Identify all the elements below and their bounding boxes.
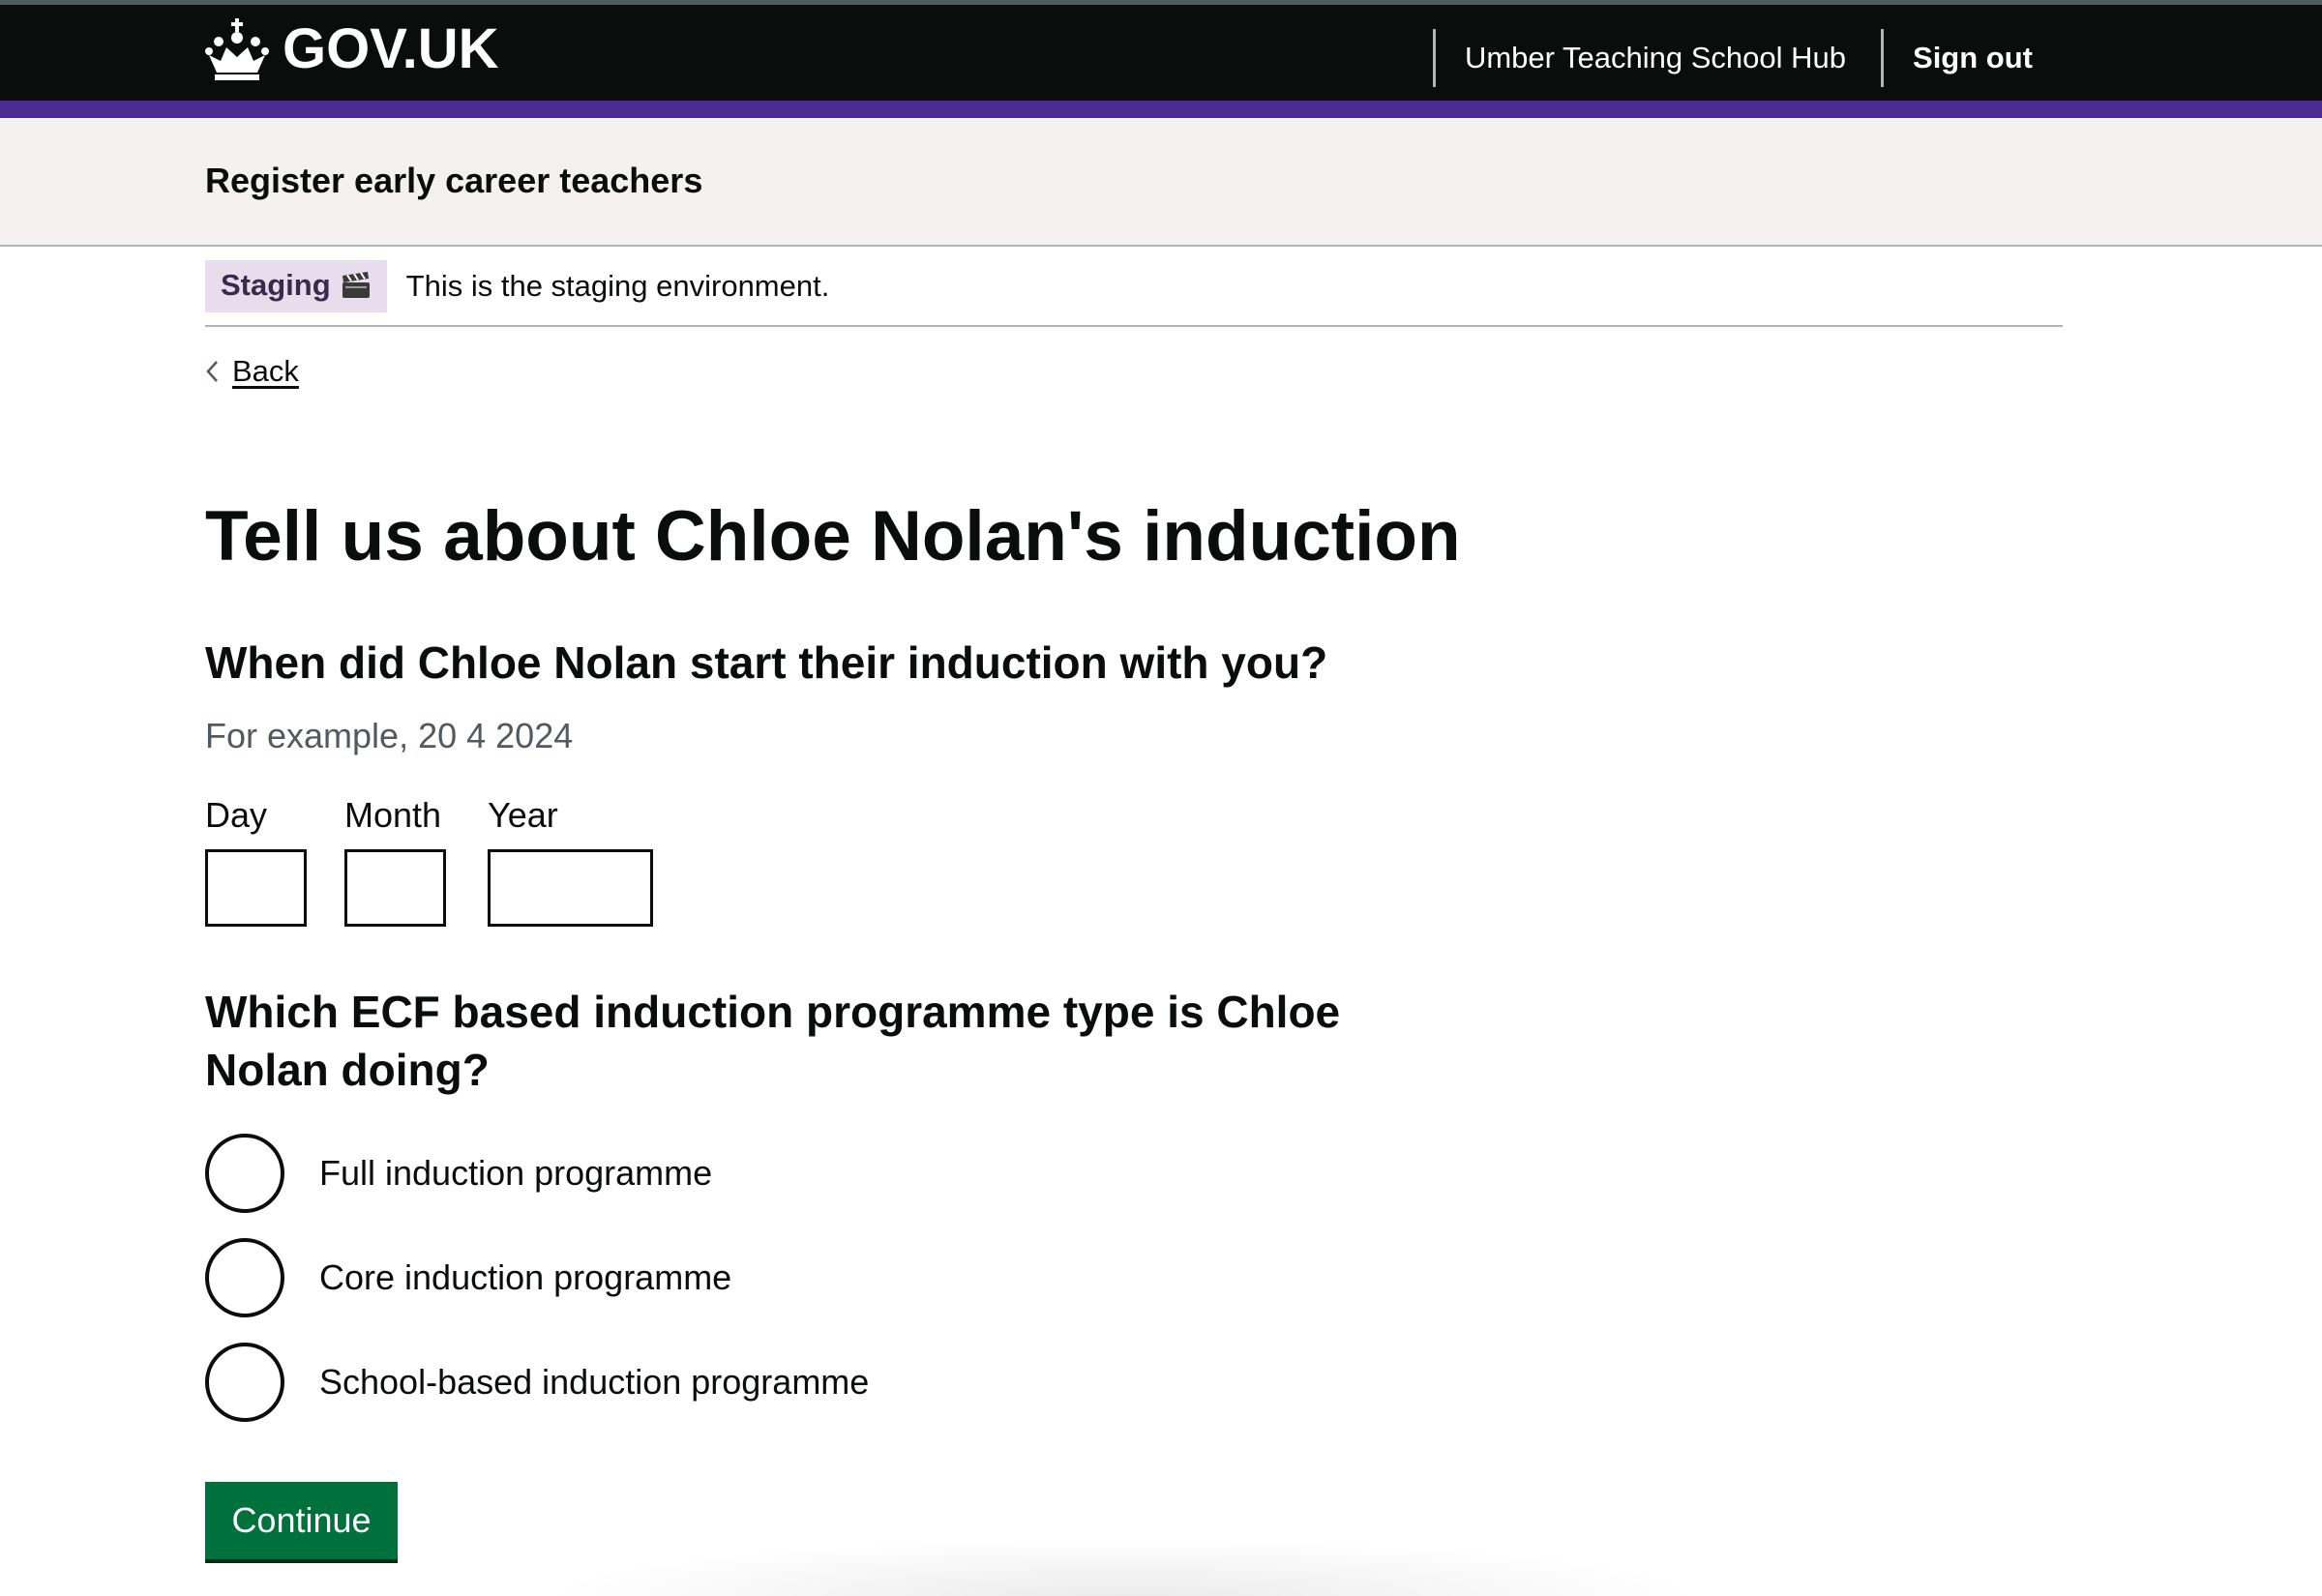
date-year-item: Year [488,795,653,927]
organisation-name: Umber Teaching School Hub [1464,40,1847,74]
start-date-hint: For example, 20 4 2024 [205,716,574,755]
month-input[interactable] [344,849,446,927]
staging-tag: Staging [205,259,387,312]
scroll-shadow [542,1538,1703,1596]
logo-text: GOV.UK [283,17,499,80]
radio-label[interactable]: School-based induction programme [319,1362,869,1403]
crown-icon [205,18,269,80]
page-title: Tell us about Chloe Nolan's induction [205,497,1461,576]
date-month-item: Month [344,795,446,927]
sign-out-link[interactable]: Sign out [1884,41,2033,75]
govuk-logo-link[interactable]: GOV.UK [205,18,498,80]
radio-core-induction[interactable]: Core induction programme [205,1238,731,1317]
clapperboard-icon [342,271,370,298]
service-navigation: Register early career teachers [0,118,2322,247]
year-label: Year [488,795,558,835]
service-name-link[interactable]: Register early career teachers [205,161,702,201]
radio-label[interactable]: Full induction programme [319,1153,712,1194]
continue-button[interactable]: Continue [205,1482,398,1559]
programme-type-legend: Which ECF based induction programme type… [205,987,1341,1096]
phase-banner: Staging This is the staging environment. [205,247,2063,327]
back-link-label: Back [232,354,299,388]
back-link[interactable]: Back [205,354,299,389]
govuk-header: GOV.UK Umber Teaching School Hub Sign ou… [0,5,2322,101]
radio-label[interactable]: Core induction programme [319,1257,731,1298]
chevron-left-icon [206,361,218,382]
month-label: Month [344,795,442,835]
radio-button[interactable] [205,1134,284,1213]
radio-button[interactable] [205,1238,284,1317]
phase-banner-text: This is the staging environment. [405,268,830,303]
radio-full-induction[interactable]: Full induction programme [205,1134,712,1213]
day-label: Day [205,795,268,835]
header-nav: Umber Teaching School Hub Sign out [1432,10,2033,105]
radio-button[interactable] [205,1343,284,1422]
day-input[interactable] [205,849,307,927]
year-input[interactable] [488,849,653,927]
radio-school-based-induction[interactable]: School-based induction programme [205,1343,869,1422]
start-date-legend: When did Chloe Nolan start their inducti… [205,637,1328,688]
date-day-item: Day [205,795,307,927]
header-stripe [0,101,2322,118]
staging-tag-label: Staging [221,267,331,302]
